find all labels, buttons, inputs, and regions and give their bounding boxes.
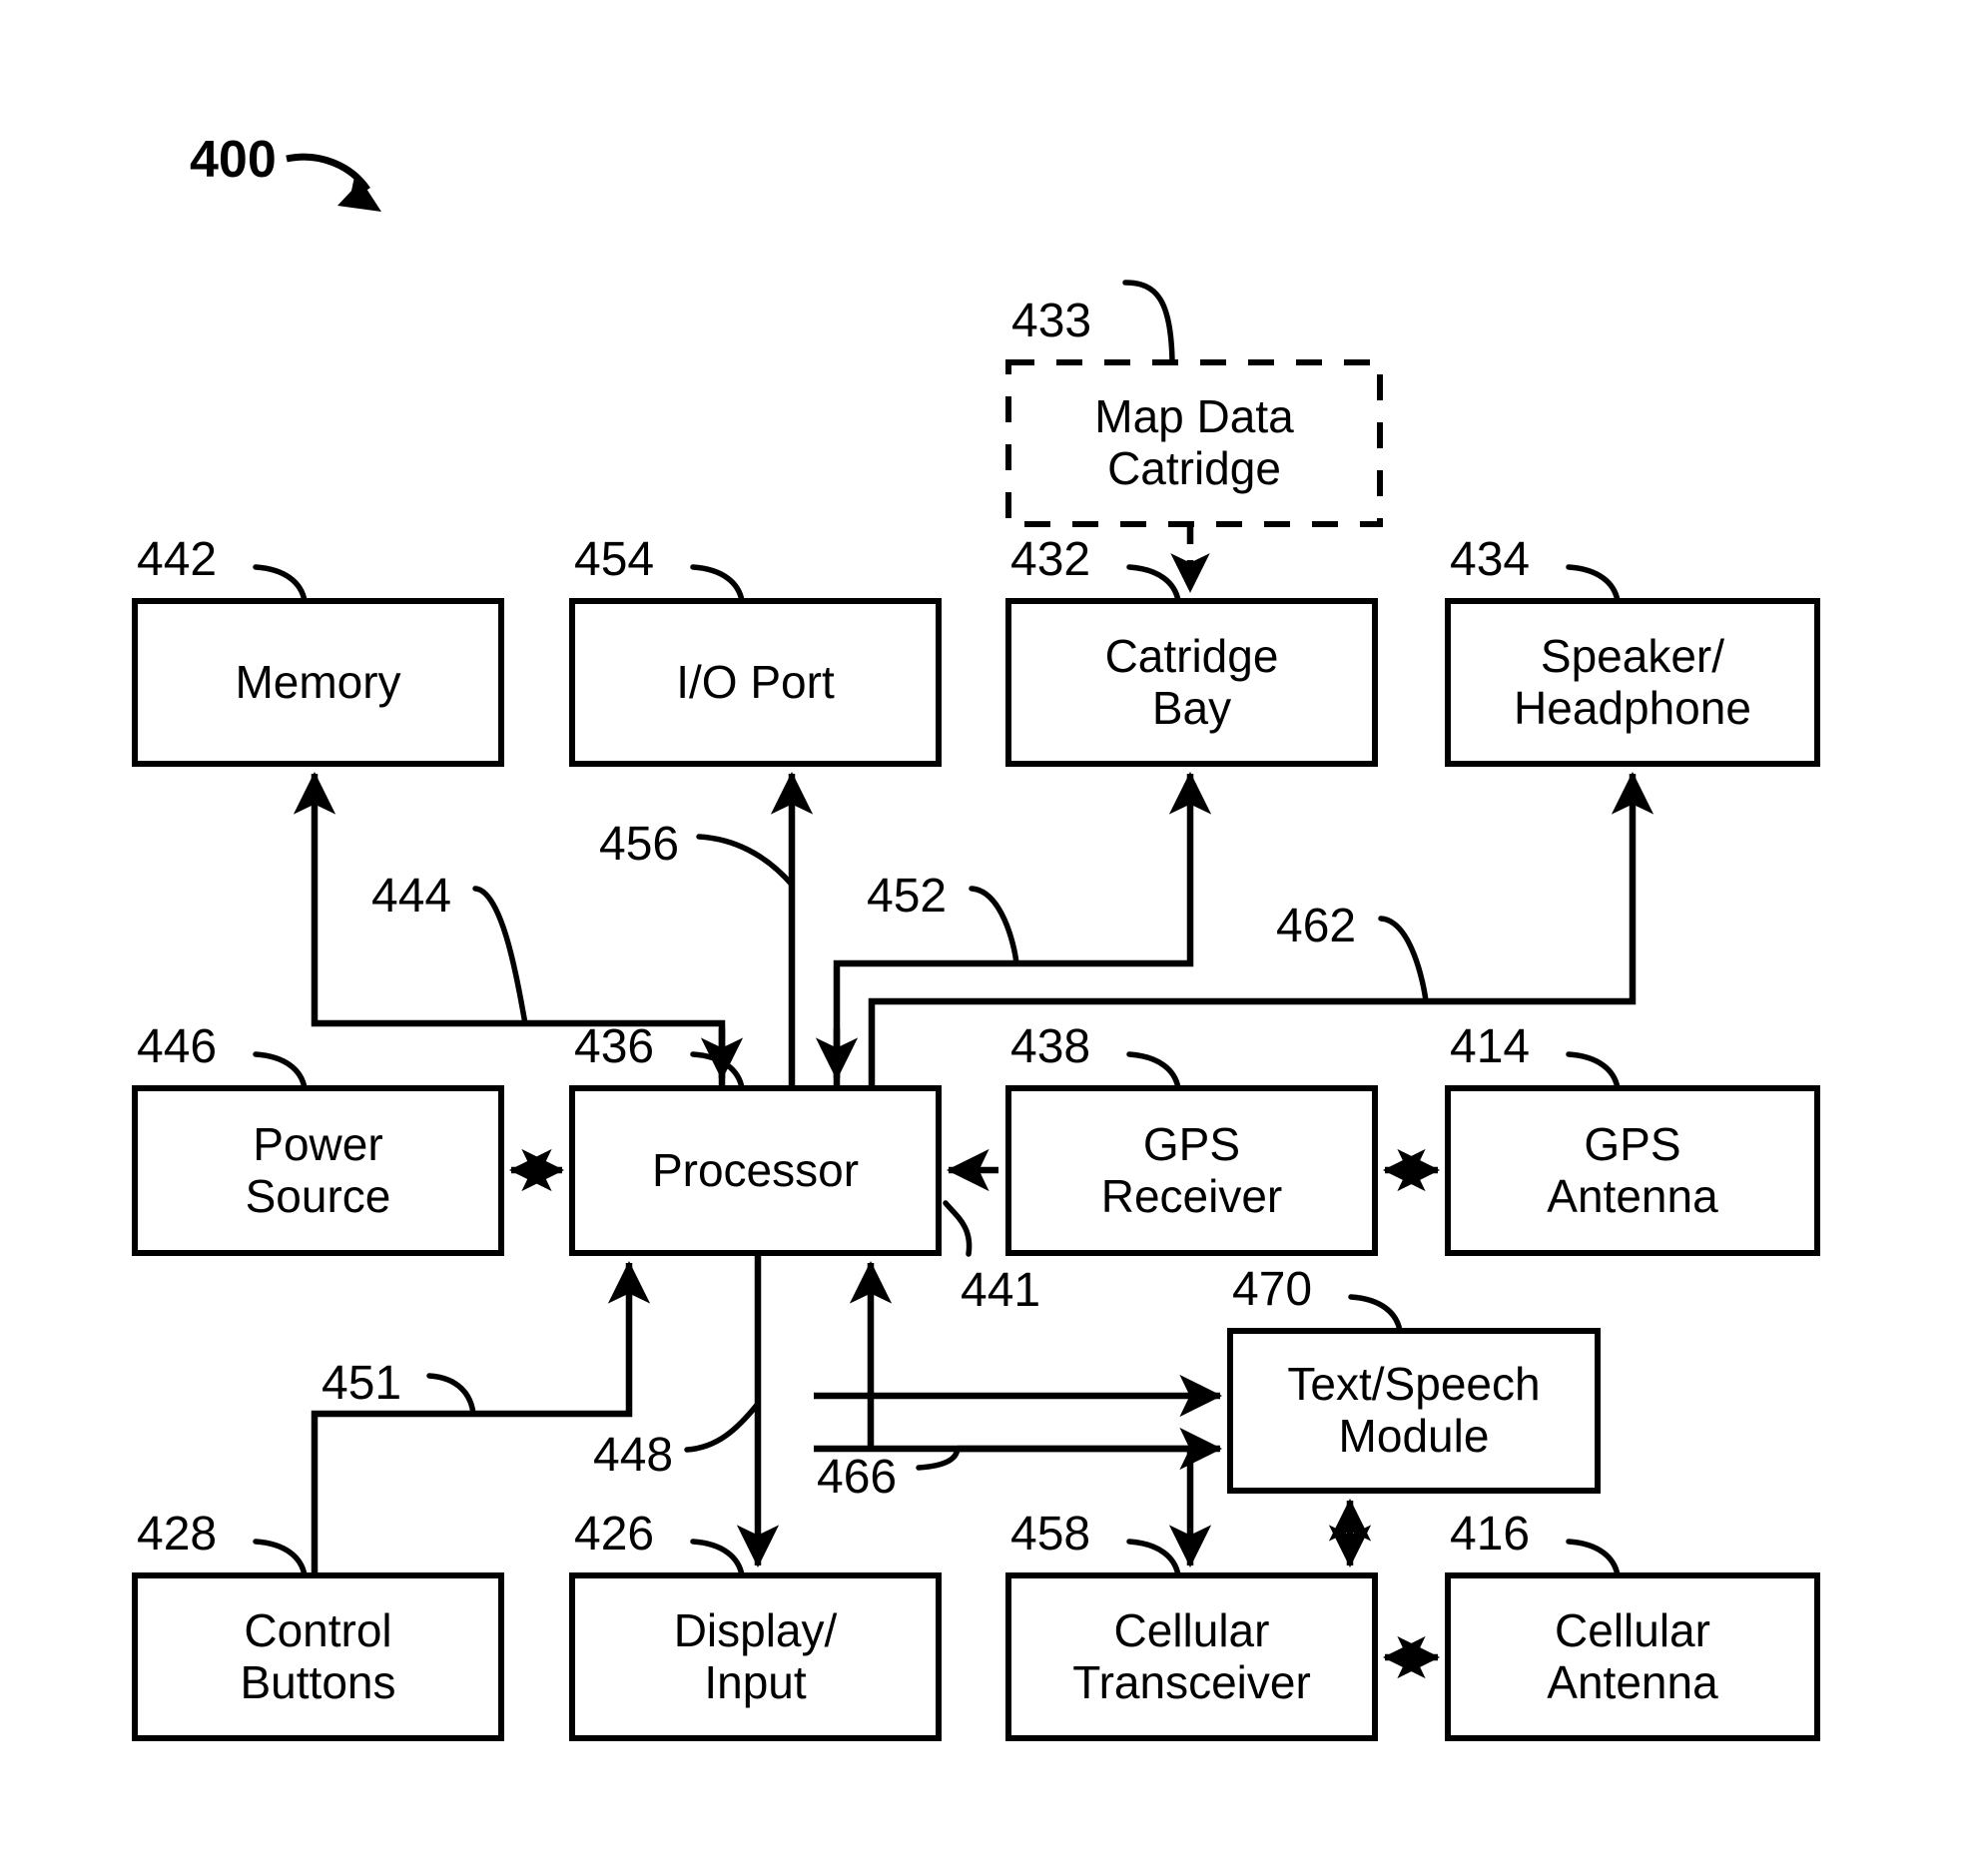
leader-428	[253, 1539, 308, 1578]
ref-numeral-448: 448	[593, 1429, 674, 1482]
box-outline-cellular-transceiver	[1005, 1572, 1378, 1741]
ref-numeral-462: 462	[1276, 900, 1357, 952]
leader-442	[253, 564, 308, 604]
ref-numeral-428: 428	[137, 1508, 218, 1561]
box-outline-io-port	[569, 598, 942, 767]
leader-444	[472, 886, 528, 1026]
leader-433	[1122, 280, 1175, 365]
leader-436	[690, 1051, 745, 1091]
leader-456	[696, 834, 795, 888]
ref-numeral-454: 454	[574, 533, 655, 586]
box-outline-processor	[569, 1085, 942, 1256]
leader-426	[690, 1539, 745, 1578]
leader-452	[969, 886, 1019, 966]
box-outline-map-data-cartridge	[1005, 359, 1383, 527]
ref-numeral-458: 458	[1010, 1508, 1091, 1561]
ref-numeral-414: 414	[1450, 1020, 1531, 1073]
ref-numeral-432: 432	[1010, 533, 1091, 586]
leader-432	[1126, 564, 1181, 604]
ref-numeral-452: 452	[867, 870, 948, 923]
leader-454	[690, 564, 745, 604]
box-outline-display-input	[569, 1572, 942, 1741]
diagram-canvas	[132, 153, 1820, 1741]
figure-number: 400	[190, 131, 277, 189]
ref-numeral-434: 434	[1450, 533, 1531, 586]
leader-458	[1126, 1539, 1181, 1578]
leader-438	[1126, 1051, 1181, 1091]
leader-451	[426, 1373, 476, 1417]
leader-448	[684, 1401, 761, 1453]
leader-414	[1566, 1051, 1621, 1091]
leader-441	[943, 1200, 973, 1257]
box-outline-speaker-headphone	[1445, 598, 1820, 767]
box-outline-cellular-antenna	[1445, 1572, 1820, 1741]
leader-434	[1566, 564, 1621, 604]
box-outline-cartridge-bay	[1005, 598, 1378, 767]
ref-numeral-416: 416	[1450, 1508, 1531, 1561]
ref-numeral-444: 444	[371, 870, 452, 923]
ref-numeral-426: 426	[574, 1508, 655, 1561]
box-outline-gps-receiver	[1005, 1085, 1378, 1256]
ref-numeral-466: 466	[817, 1451, 898, 1504]
leader-416	[1566, 1539, 1621, 1578]
box-outline-power-source	[132, 1085, 504, 1256]
ref-numeral-470: 470	[1232, 1263, 1313, 1316]
box-outline-memory	[132, 598, 504, 767]
leader-470	[1348, 1294, 1403, 1334]
ref-numeral-442: 442	[137, 533, 218, 586]
ref-numeral-446: 446	[137, 1020, 218, 1073]
ref-numeral-436: 436	[574, 1020, 655, 1073]
box-outline-control-buttons	[132, 1572, 504, 1741]
leader-446	[253, 1051, 308, 1091]
ref-numeral-433: 433	[1011, 295, 1092, 347]
box-outline-gps-antenna	[1445, 1085, 1820, 1256]
ref-numeral-451: 451	[322, 1357, 402, 1410]
ref-numeral-456: 456	[599, 818, 680, 871]
box-outline-text-speech-module	[1227, 1328, 1601, 1494]
leader-462	[1378, 916, 1429, 1004]
ref-numeral-441: 441	[961, 1264, 1041, 1317]
ref-numeral-438: 438	[1010, 1020, 1091, 1073]
patent-figure-400: 400 Map Data Catridge Memory I/O Port Ca…	[0, 0, 1980, 1876]
